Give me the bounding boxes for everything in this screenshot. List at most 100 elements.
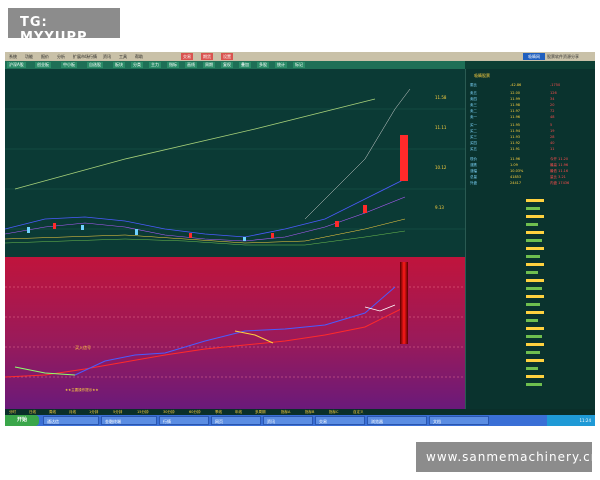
tool-button-multi-stock[interactable]: 多股 xyxy=(257,62,269,68)
brand-logo: 吸睛网 xyxy=(523,53,545,60)
quote-row: 卖二 11.97 72 xyxy=(470,109,592,114)
quote-value-2: 19 xyxy=(550,129,555,133)
tool-button-indicator[interactable]: 指标 xyxy=(167,62,179,68)
trading-software-window: 系统 功能 报价 分析 扩展市场行情 资讯 工具 帮助 交易 期货 设置 吸睛网… xyxy=(5,52,595,426)
candle xyxy=(243,237,246,241)
tool-button-a-shares[interactable]: 沪深A股 xyxy=(7,62,26,68)
main-chart-area[interactable]: 11.58 11.11 10.12 9.13 买入信号 ★★主要操作提示★★ xyxy=(5,69,465,409)
menu-item-analysis[interactable]: 分析 xyxy=(57,53,65,60)
menu-item-news[interactable]: 资讯 xyxy=(103,53,111,60)
quote-label: 卖一 xyxy=(470,115,477,119)
quote-value-2: 34 xyxy=(550,97,555,101)
quote-row: 买一 11.95 5 xyxy=(470,123,592,128)
quote-value-2: 内盘 17436 xyxy=(550,181,570,185)
toolbar-right-area xyxy=(465,61,595,69)
quote-value: 11.93 xyxy=(510,135,521,139)
quote-label: 卖二 xyxy=(470,109,477,113)
trade-button[interactable]: 交易 xyxy=(181,53,193,60)
quote-label: 涨跌 xyxy=(470,163,477,167)
indicator-panel[interactable]: 买入信号 ★★主要操作提示★★ xyxy=(5,257,465,409)
buy-signal-label: 买入信号 xyxy=(75,344,91,350)
tool-button-overlay[interactable]: 叠加 xyxy=(239,62,251,68)
quote-row: 委比 -42.86 -1750 xyxy=(470,83,592,88)
candle xyxy=(53,223,56,229)
quote-row: 卖一 11.96 48 xyxy=(470,115,592,120)
tool-button-draw[interactable]: 画线 xyxy=(185,62,197,68)
menu-item-function[interactable]: 功能 xyxy=(25,53,33,60)
quote-value-2: 最低 11.16 xyxy=(550,169,569,173)
settings-button[interactable]: 设置 xyxy=(221,53,233,60)
quote-label: 卖三 xyxy=(470,103,477,107)
quote-label: 买二 xyxy=(470,129,477,133)
menu-bar: 系统 功能 报价 分析 扩展市场行情 资讯 工具 帮助 交易 期货 设置 吸睛网… xyxy=(5,52,595,61)
quote-row: 涨幅 10.03% 最低 11.16 xyxy=(470,169,592,174)
quote-value-2: 72 xyxy=(550,109,555,113)
taskbar-item[interactable]: 金融终端 xyxy=(101,416,157,425)
taskbar-item[interactable]: 文档 xyxy=(429,416,489,425)
quote-value: 11.95 xyxy=(510,123,521,127)
quote-value: 41853 xyxy=(510,175,522,179)
tool-button-statistics[interactable]: 统计 xyxy=(275,62,287,68)
quote-value: 1.09 xyxy=(510,163,518,167)
kline-chart: 11.58 11.11 10.12 9.13 xyxy=(5,69,465,257)
taskbar-item[interactable]: 网页 xyxy=(211,416,261,425)
quote-value: 12.00 xyxy=(510,91,521,95)
quote-row: 涨跌 1.09 最高 11.96 xyxy=(470,163,592,168)
quote-value-2: 20 xyxy=(550,103,555,107)
taskbar: 开始 通达信 金融终端 行情 网页 资讯 交易 浏览器 文档 11:24 xyxy=(5,415,595,426)
taskbar-item[interactable]: 资讯 xyxy=(263,416,313,425)
tool-button-restore-rights[interactable]: 复权 xyxy=(221,62,233,68)
quote-value-2: 5 xyxy=(550,123,553,127)
quote-value: 11.92 xyxy=(510,141,521,145)
quote-row: 卖三 11.98 20 xyxy=(470,103,592,108)
tool-button-sme-board[interactable]: 中小板 xyxy=(61,62,77,68)
futures-button[interactable]: 期货 xyxy=(201,53,213,60)
candle xyxy=(271,233,274,238)
indicator-highlight-bar xyxy=(400,262,408,344)
quote-value: 11.96 xyxy=(510,157,521,161)
quote-value-2: 量比 3.21 xyxy=(550,175,566,179)
quote-row: 卖五 12.00 126 xyxy=(470,91,592,96)
taskbar-item[interactable]: 行情 xyxy=(159,416,209,425)
system-tray: 11:24 xyxy=(547,415,595,426)
candle xyxy=(363,205,367,213)
tool-button-main-force[interactable]: 主力 xyxy=(149,62,161,68)
quote-value: 24417 xyxy=(510,181,522,185)
menu-item-quotes[interactable]: 报价 xyxy=(41,53,49,60)
quote-value-2: 最高 11.96 xyxy=(550,163,569,167)
tool-button-category[interactable]: 分类 xyxy=(131,62,143,68)
quote-value: 10.03% xyxy=(510,169,524,173)
quote-label: 买三 xyxy=(470,135,477,139)
quote-label: 买一 xyxy=(470,123,477,127)
menu-item-help[interactable]: 帮助 xyxy=(135,53,143,60)
quote-label: 涨幅 xyxy=(470,169,477,173)
price-tick: 11.11 xyxy=(435,125,447,130)
candle xyxy=(81,225,84,230)
indicator-chart: 买入信号 ★★主要操作提示★★ xyxy=(5,257,465,409)
menu-item-tools[interactable]: 工具 xyxy=(119,53,127,60)
tool-button-growth-board[interactable]: 创业板 xyxy=(35,62,51,68)
tool-button-mark[interactable]: 标记 xyxy=(293,62,305,68)
quote-row: 总量 41853 量比 3.21 xyxy=(470,175,592,180)
quote-value-2: 126 xyxy=(550,91,557,95)
taskbar-item[interactable]: 通达信 xyxy=(43,416,99,425)
taskbar-item[interactable]: 浏览器 xyxy=(367,416,427,425)
quote-row: 买五 11.91 11 xyxy=(470,147,592,152)
quote-label: 买四 xyxy=(470,141,477,145)
quote-value: 11.94 xyxy=(510,129,521,133)
menu-item-system[interactable]: 系统 xyxy=(9,53,17,60)
start-button[interactable]: 开始 xyxy=(5,415,39,426)
taskbar-item[interactable]: 交易 xyxy=(315,416,365,425)
watermark-badge-top: TG: MYYJJPP xyxy=(8,8,120,45)
quote-label: 委比 xyxy=(470,83,477,87)
quote-row: 买二 11.94 19 xyxy=(470,129,592,134)
quote-value: 11.99 xyxy=(510,97,521,101)
tool-button-sector[interactable]: 板块 xyxy=(113,62,125,68)
quote-value-2: 今开 11.20 xyxy=(550,157,569,161)
menu-item-extended-market[interactable]: 扩展市场行情 xyxy=(73,53,97,60)
candle xyxy=(189,233,192,238)
quote-row: 买三 11.93 28 xyxy=(470,135,592,140)
tool-button-period[interactable]: 周期 xyxy=(203,62,215,68)
tool-button-watchlist[interactable]: 自选股 xyxy=(87,62,103,68)
candle-highlight xyxy=(400,135,408,181)
